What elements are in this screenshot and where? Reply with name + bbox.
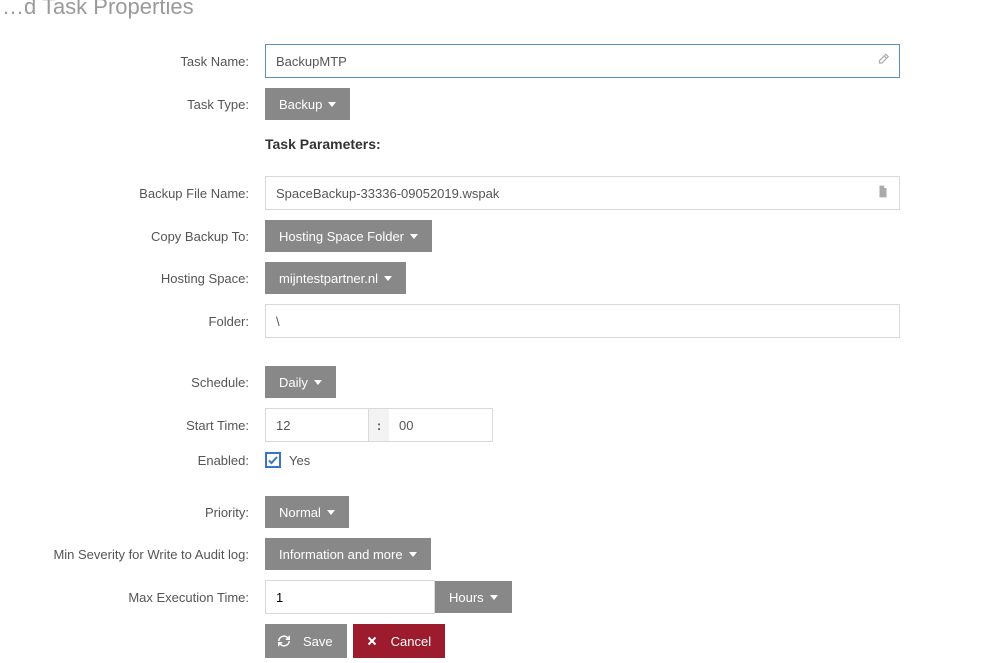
hosting-space-dropdown[interactable]: mijntestpartner.nl <box>265 262 406 294</box>
label-task-type: Task Type: <box>0 97 265 112</box>
schedule-value: Daily <box>279 375 308 390</box>
edit-icon[interactable] <box>876 53 890 70</box>
file-icon[interactable] <box>876 185 890 202</box>
copy-backup-to-value: Hosting Space Folder <box>279 229 404 244</box>
chevron-down-icon <box>327 510 335 515</box>
task-name-input[interactable] <box>265 44 900 78</box>
chevron-down-icon <box>328 102 336 107</box>
backup-file-name-input[interactable] <box>265 176 900 210</box>
page-title: …d Task Properties <box>0 0 1000 20</box>
task-type-value: Backup <box>279 97 322 112</box>
priority-value: Normal <box>279 505 321 520</box>
save-label: Save <box>303 634 333 649</box>
label-backup-file-name: Backup File Name: <box>0 186 265 201</box>
priority-dropdown[interactable]: Normal <box>265 496 349 528</box>
min-severity-dropdown[interactable]: Information and more <box>265 538 431 570</box>
task-type-dropdown[interactable]: Backup <box>265 88 350 120</box>
schedule-dropdown[interactable]: Daily <box>265 366 336 398</box>
start-time-hour-input[interactable] <box>265 408 369 442</box>
task-parameters-heading: Task Parameters: <box>265 136 381 152</box>
time-separator: : <box>369 408 389 442</box>
copy-backup-to-dropdown[interactable]: Hosting Space Folder <box>265 220 432 252</box>
refresh-icon <box>273 634 295 648</box>
max-execution-unit-value: Hours <box>449 590 484 605</box>
label-min-severity: Min Severity for Write to Audit log: <box>0 547 265 562</box>
label-max-execution: Max Execution Time: <box>0 590 265 605</box>
label-copy-backup-to: Copy Backup To: <box>0 229 265 244</box>
label-enabled: Enabled: <box>0 453 265 468</box>
save-button[interactable]: Save <box>265 624 347 658</box>
label-priority: Priority: <box>0 505 265 520</box>
label-schedule: Schedule: <box>0 375 265 390</box>
chevron-down-icon <box>409 552 417 557</box>
label-task-name: Task Name: <box>0 54 265 69</box>
label-folder: Folder: <box>0 314 265 329</box>
chevron-down-icon <box>490 595 498 600</box>
chevron-down-icon <box>384 276 392 281</box>
enabled-checkbox[interactable] <box>265 452 281 468</box>
min-severity-value: Information and more <box>279 547 403 562</box>
label-start-time: Start Time: <box>0 418 265 433</box>
cancel-label: Cancel <box>391 634 431 649</box>
max-execution-input[interactable] <box>265 580 435 614</box>
hosting-space-value: mijntestpartner.nl <box>279 271 378 286</box>
chevron-down-icon <box>410 234 418 239</box>
enabled-yes-label: Yes <box>289 453 310 468</box>
cancel-button[interactable]: Cancel <box>353 624 445 658</box>
max-execution-unit-dropdown[interactable]: Hours <box>435 581 512 613</box>
close-icon <box>361 635 383 647</box>
chevron-down-icon <box>314 380 322 385</box>
folder-input[interactable] <box>265 304 900 338</box>
label-hosting-space: Hosting Space: <box>0 271 265 286</box>
start-time-minute-input[interactable] <box>389 408 493 442</box>
